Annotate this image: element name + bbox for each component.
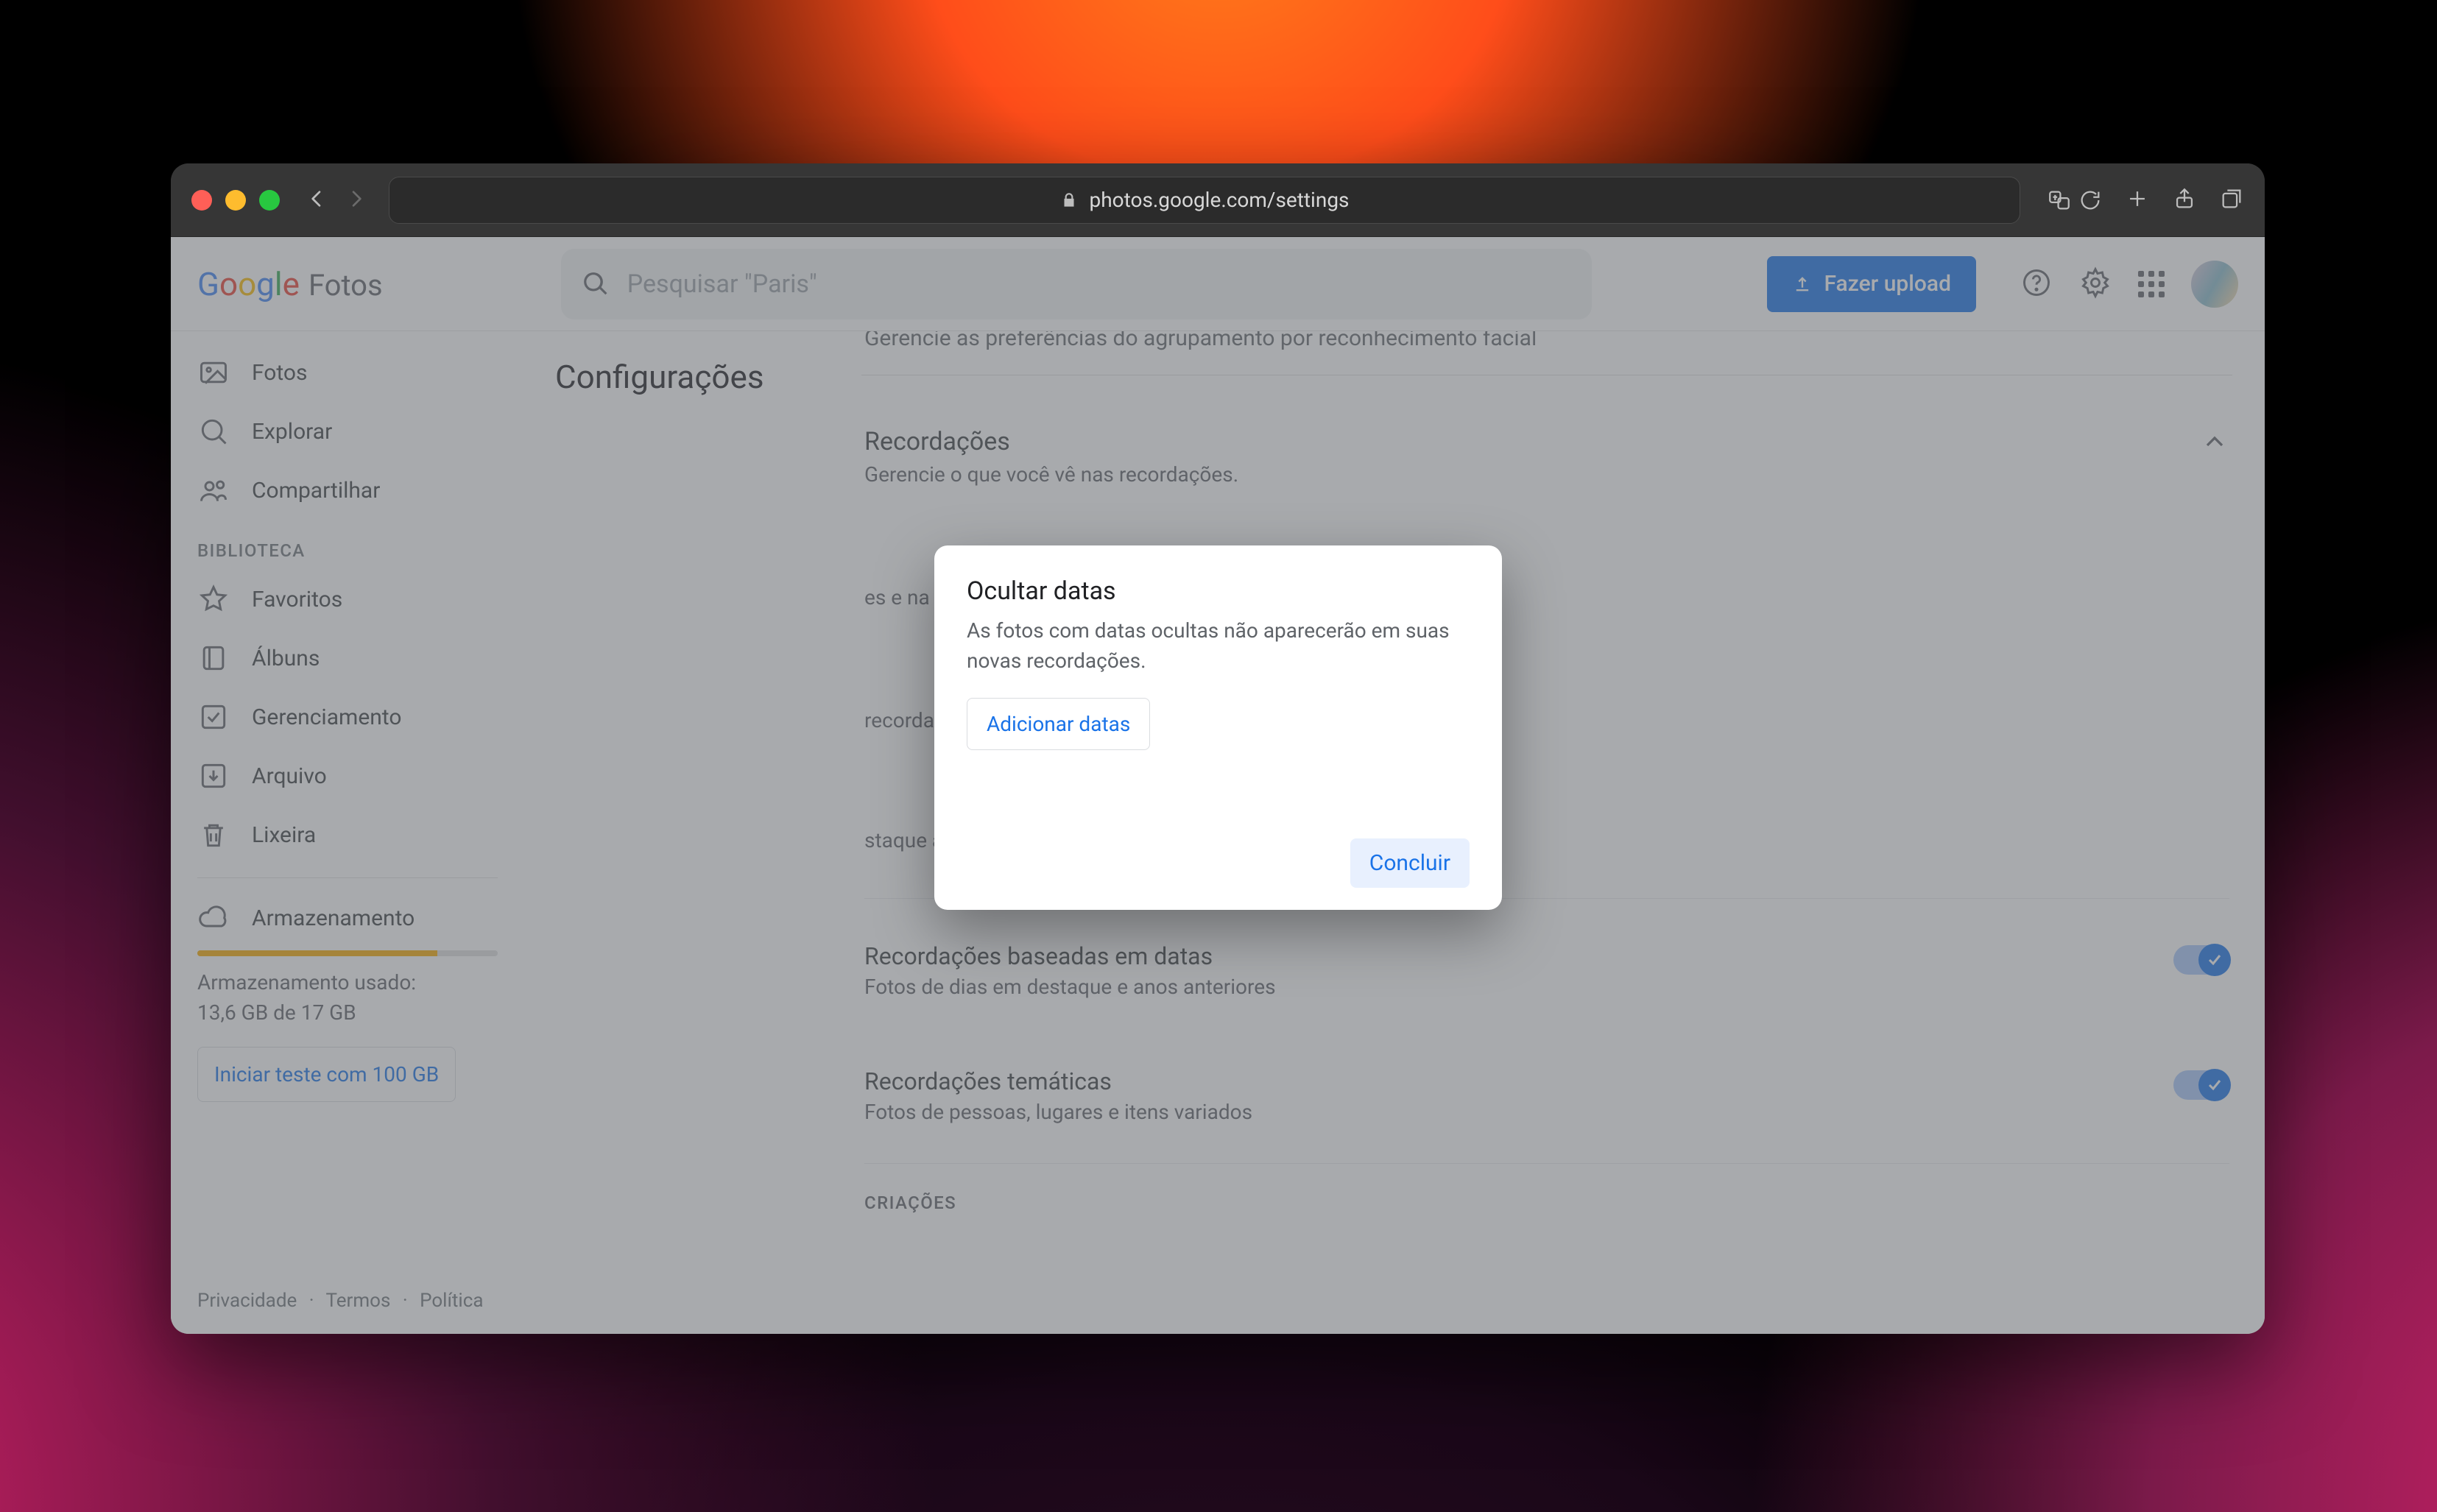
browser-titlebar: photos.google.com/settings [171,163,2265,237]
url-bar[interactable]: photos.google.com/settings [389,177,2020,224]
translate-icon [2047,188,2072,213]
window-close-button[interactable] [191,190,212,211]
window-controls [191,190,280,211]
tabs-button[interactable] [2219,186,2244,214]
done-button[interactable]: Concluir [1350,838,1470,888]
hide-dates-dialog: Ocultar datas As fotos com datas ocultas… [934,545,1502,910]
window-zoom-button[interactable] [259,190,280,211]
dialog-body: As fotos com datas ocultas não aparecerã… [967,616,1470,676]
nav-back-button[interactable] [305,187,328,213]
browser-window: photos.google.com/settings Google Fotos [171,163,2265,1334]
translate-reload-group[interactable] [2047,188,2103,213]
share-button[interactable] [2172,186,2197,214]
dialog-title: Ocultar datas [967,576,1470,606]
add-dates-button[interactable]: Adicionar datas [967,698,1150,750]
reload-icon [2078,188,2103,213]
nav-forward-button[interactable] [345,187,368,213]
lock-icon [1059,191,1079,210]
window-minimize-button[interactable] [225,190,246,211]
nav-arrows [305,187,368,213]
url-text: photos.google.com/settings [1089,188,1349,212]
new-tab-button[interactable] [2125,186,2150,214]
toolbar-icons [2047,186,2244,214]
